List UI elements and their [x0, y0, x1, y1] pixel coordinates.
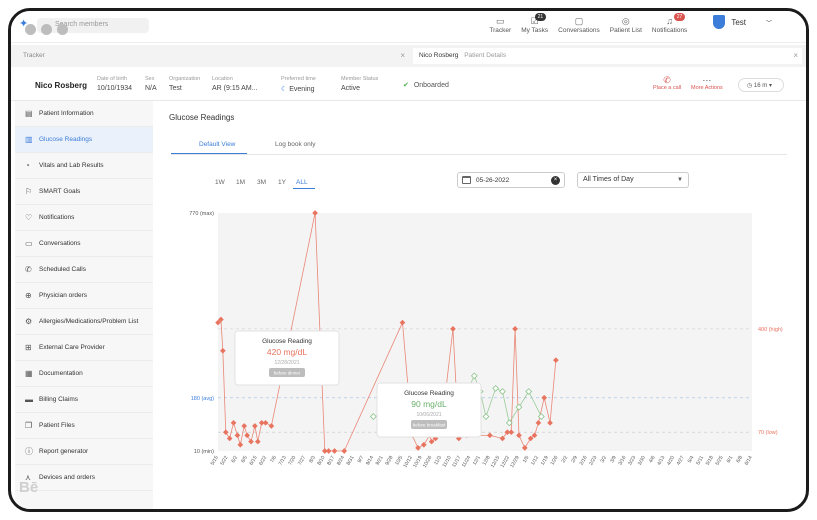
x-tick-label: 2/23	[588, 455, 598, 467]
x-tick-label: 6/14	[744, 455, 754, 467]
x-tick-label: 8/3	[308, 455, 317, 464]
x-tick-label: 8/17	[326, 455, 336, 467]
x-tick-label: 7/6	[269, 455, 278, 464]
x-tick-label: 8/24	[336, 455, 346, 467]
x-tick-label: 5/25	[715, 455, 725, 467]
x-tick-label: 5/15	[210, 455, 220, 467]
x-tick-label: 6/1	[726, 455, 735, 464]
x-tick-label: 3/30	[637, 455, 647, 467]
app-window: ✦ Search members ▭ Tracker ☑ 21 My Tasks…	[8, 8, 809, 512]
x-tick-label: 6/5	[240, 455, 249, 464]
x-tick-label: 5/11	[695, 455, 705, 466]
x-tick-label: 1/5	[522, 455, 531, 464]
x-tick-label: 11/24	[461, 455, 472, 469]
x-tick-label: 8/10	[316, 455, 326, 467]
x-tick-label: 12/29	[509, 455, 521, 469]
glucose-chart: 10 (min) 180 (avg) 770 (max) 400 (high) 70 (…	[189, 210, 783, 469]
x-tick-label: 9/28	[384, 455, 394, 467]
x-tick-label: 7/20	[287, 455, 297, 467]
x-tick-label: 3/9	[609, 455, 618, 464]
y-tick-label: 770 (max)	[189, 211, 214, 217]
x-tick-label: 9/7	[357, 455, 366, 464]
x-tick-label: 7/13	[278, 455, 288, 467]
tooltip-tag: before dinner	[274, 371, 301, 376]
x-tick-label: 9/21	[375, 455, 385, 467]
tooltip-value: 420 mg/dL	[267, 347, 307, 357]
x-tick-label: 8/31	[346, 455, 356, 467]
x-tick-label: 9/14	[365, 455, 375, 467]
tooltip-date: 10/06/2021	[416, 412, 441, 418]
x-tick-label: 4/13	[656, 455, 666, 467]
x-tick-label: 6/22	[258, 455, 268, 467]
tooltip-title: Glucose Reading	[262, 338, 312, 345]
x-tick-label: 6/8	[735, 455, 744, 464]
threshold-label: 400 (high)	[758, 327, 783, 333]
x-tick-label: 3/2	[599, 455, 608, 464]
x-tick-label: 3/16	[617, 455, 627, 467]
x-tick-label: 2/16	[579, 455, 589, 467]
y-tick-label: 10 (min)	[194, 449, 214, 455]
x-tick-label: 12/1	[472, 455, 482, 467]
x-tick-label: 5/18	[705, 455, 715, 467]
x-tick-label: 6/2	[230, 455, 239, 464]
x-tick-label: 4/20	[666, 455, 676, 467]
y-tick-label: 180 (avg)	[191, 396, 214, 402]
x-tick-label: 5/22	[219, 455, 229, 467]
tooltip-value: 90 mg/dL	[411, 399, 447, 409]
tooltip-title: Glucose Reading	[404, 390, 454, 397]
x-tick-label: 2/2	[561, 455, 570, 464]
x-tick-label: 4/27	[676, 455, 686, 467]
x-tick-label: 3/23	[627, 455, 637, 467]
x-tick-label: 10/26	[422, 455, 434, 469]
tooltip-date: 12/28/2021	[274, 360, 299, 366]
x-tick-label: 5/4	[687, 455, 696, 464]
threshold-label: 70 (low)	[758, 430, 778, 436]
x-tick-label: 4/6	[648, 455, 657, 464]
x-tick-label: 7/27	[297, 455, 307, 467]
tooltip-tag: before breakfast	[413, 423, 446, 428]
x-tick-label: 1/19	[540, 455, 550, 467]
x-tick-label: 1/12	[530, 455, 540, 467]
x-tick-label: 2/9	[570, 455, 579, 464]
x-tick-label: 1/26	[549, 455, 559, 467]
x-tick-label: 6/15	[249, 455, 259, 467]
